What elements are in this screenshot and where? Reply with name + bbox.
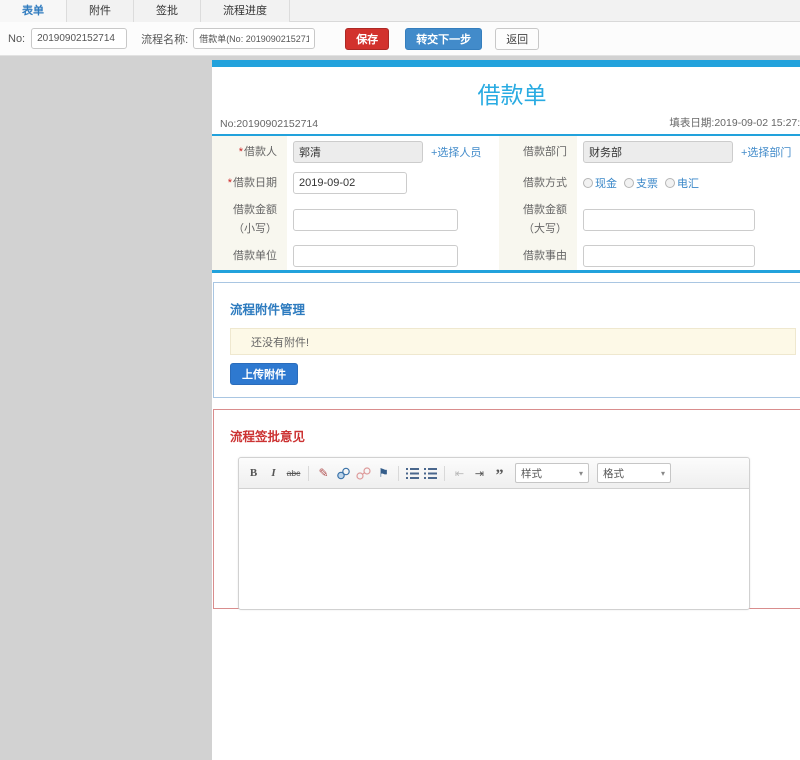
loan-date-label: *借款日期 [212, 168, 287, 198]
page-title: 借款单 [477, 82, 547, 108]
borrower-label: *借款人 [212, 136, 287, 168]
no-attachments-alert: 还没有附件! [230, 328, 796, 355]
amount-lowercase-input[interactable] [293, 209, 458, 231]
strikethrough-icon[interactable]: abc [286, 465, 301, 481]
tab-form[interactable]: 表单 [0, 0, 67, 22]
borrower-input[interactable] [293, 141, 423, 163]
approval-comments-heading: 流程签批意见 [230, 430, 306, 444]
action-bar: No: 流程名称: 保存 转交下一步 返回 [0, 22, 800, 56]
loan-form-panel: 借款单 No:20190902152714 填表日期:2019-09-02 15… [212, 60, 800, 760]
process-name-input[interactable] [193, 28, 316, 49]
save-button[interactable]: 保存 [345, 27, 390, 50]
no-label: No: [8, 32, 26, 45]
bold-icon[interactable]: B [246, 465, 261, 481]
radio-button-icon[interactable] [583, 178, 593, 188]
department-input[interactable] [583, 141, 733, 163]
italic-icon[interactable]: I [266, 465, 281, 481]
loan-reason-label: 借款事由 [499, 242, 577, 270]
editor-content-area[interactable] [239, 489, 749, 609]
required-asterisk: * [238, 145, 243, 158]
required-asterisk: * [227, 176, 232, 189]
attachments-heading: 流程附件管理 [230, 303, 306, 317]
loan-date-input[interactable] [293, 172, 407, 194]
unlink-icon[interactable] [356, 465, 371, 481]
department-label: 借款部门 [499, 136, 577, 168]
amount-lowercase-label: 借款金额（小写） [212, 198, 287, 242]
toolbar-separator [308, 465, 309, 481]
radio-button-icon[interactable] [665, 178, 675, 188]
forward-next-step-button[interactable]: 转交下一步 [405, 27, 483, 50]
loan-reason-input[interactable] [583, 245, 755, 267]
tab-approval[interactable]: 签批 [134, 0, 201, 22]
doc-number: No:20190902152714 [220, 118, 319, 130]
attachments-section: 流程附件管理 还没有附件! 上传附件 [213, 282, 800, 398]
amount-uppercase-cell [577, 198, 800, 242]
process-name-label: 流程名称: [141, 33, 189, 46]
rich-text-editor: B I abc ✎ ⚑ ⇤ ⇥ ” 样式 ▾ 格式 ▾ [238, 457, 750, 610]
loan-method-radio-group: 现金 支票 电汇 [583, 175, 699, 191]
select-department-link[interactable]: +选择部门 [741, 144, 791, 160]
loan-unit-cell [287, 242, 499, 270]
loan-form-grid: *借款人 +选择人员 借款部门 +选择部门 *借款日期 借款方式 现金 [212, 136, 800, 273]
loan-unit-input[interactable] [293, 245, 458, 267]
bullet-list-icon[interactable] [424, 467, 437, 479]
tab-process-progress[interactable]: 流程进度 [201, 0, 290, 22]
remove-format-icon[interactable]: ✎ [316, 465, 331, 481]
toolbar-separator [444, 465, 445, 481]
format-dropdown[interactable]: 格式 ▾ [597, 463, 671, 483]
outdent-icon[interactable]: ⇤ [452, 465, 467, 481]
fill-date: 填表日期:2019-09-02 15:27:1 [669, 117, 800, 129]
radio-wire-transfer[interactable]: 电汇 [665, 175, 699, 191]
tab-bar: 表单 附件 签批 流程进度 [0, 0, 800, 22]
editor-toolbar: B I abc ✎ ⚑ ⇤ ⇥ ” 样式 ▾ 格式 ▾ [239, 458, 749, 489]
amount-uppercase-label: 借款金额（大写） [499, 198, 577, 242]
radio-cash[interactable]: 现金 [583, 175, 617, 191]
borrower-cell: +选择人员 [287, 136, 499, 168]
loan-reason-cell [577, 242, 800, 270]
loan-method-label: 借款方式 [499, 168, 577, 198]
numbered-list-icon[interactable] [406, 467, 419, 479]
anchor-flag-icon[interactable]: ⚑ [376, 465, 391, 481]
department-cell: +选择部门 [577, 136, 800, 168]
chevron-down-icon: ▾ [578, 468, 583, 478]
no-input[interactable] [31, 28, 128, 49]
indent-icon[interactable]: ⇥ [472, 465, 487, 481]
approval-comments-section: 流程签批意见 B I abc ✎ ⚑ ⇤ ⇥ ” 样式 ▾ 格式 ▾ [213, 409, 800, 610]
loan-date-cell [287, 168, 499, 198]
upload-attachment-button[interactable]: 上传附件 [230, 363, 298, 385]
loan-unit-label: 借款单位 [212, 242, 287, 270]
radio-button-icon[interactable] [624, 178, 634, 188]
radio-cheque[interactable]: 支票 [624, 175, 658, 191]
select-person-link[interactable]: +选择人员 [431, 144, 481, 160]
amount-uppercase-input[interactable] [583, 209, 755, 231]
tab-attachments[interactable]: 附件 [67, 0, 134, 22]
panel-accent-bar [212, 60, 800, 67]
blockquote-icon[interactable]: ” [492, 465, 507, 484]
toolbar-separator [398, 465, 399, 481]
back-button[interactable]: 返回 [495, 27, 540, 50]
doc-meta-row: No:20190902152714 填表日期:2019-09-02 15:27:… [212, 113, 800, 136]
amount-lowercase-cell [287, 198, 499, 242]
styles-dropdown[interactable]: 样式 ▾ [515, 463, 589, 483]
loan-method-cell: 现金 支票 电汇 [577, 168, 800, 198]
link-icon[interactable] [336, 465, 351, 481]
chevron-down-icon: ▾ [660, 468, 665, 478]
